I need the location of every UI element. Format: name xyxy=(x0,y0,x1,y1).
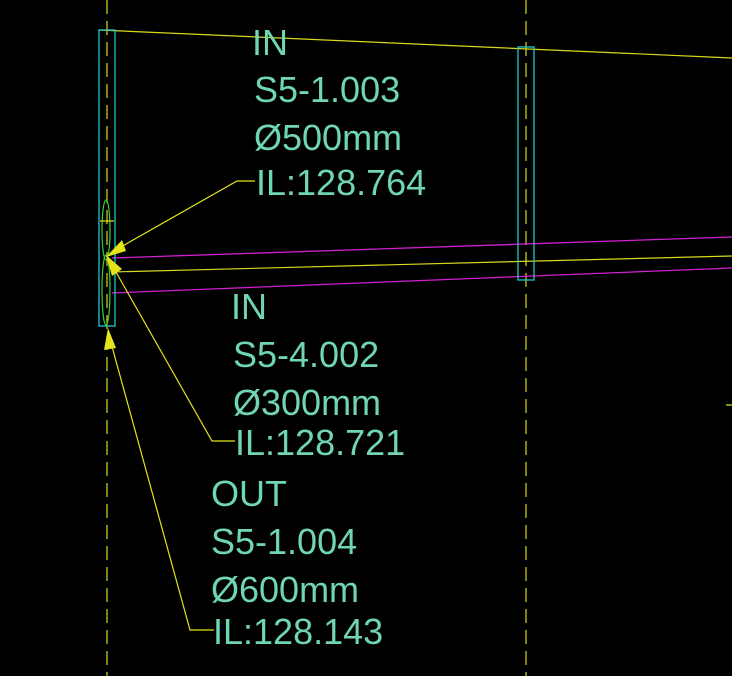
annotation-diameter: Ø500mm xyxy=(254,117,403,158)
manhole-right-outline xyxy=(517,46,535,281)
annotation-invert-level: IL:128.764 xyxy=(256,162,427,203)
annotation-diameter: Ø600mm xyxy=(211,569,360,610)
pipe-edge-top xyxy=(111,236,732,259)
leader-in-2 xyxy=(107,257,235,442)
pipe-s5-4-002 xyxy=(111,236,732,294)
pipe-edge-bottom xyxy=(111,267,732,294)
manhole-ellipse-upper xyxy=(101,199,111,261)
manhole-ellipse-lower xyxy=(101,254,111,326)
leader-in-1 xyxy=(111,180,255,253)
annotation-direction: IN xyxy=(231,286,267,327)
leader-out-1 xyxy=(107,331,214,631)
annotation-invert-level: IL:128.143 xyxy=(213,611,384,652)
annotation-pipe-ref: S5-1.003 xyxy=(254,69,401,110)
annotation-invert-level: IL:128.721 xyxy=(235,422,406,463)
annotation-pipe-ref: S5-4.002 xyxy=(233,334,380,375)
pipe-s5-1-003-centerline xyxy=(98,29,732,59)
leader-out-1-arrowhead xyxy=(104,328,116,350)
annotation-pipe-ref: S5-1.004 xyxy=(211,521,358,562)
annotation-diameter: Ø300mm xyxy=(233,382,382,423)
manhole-right xyxy=(517,46,535,281)
pipe-centerline xyxy=(111,255,732,273)
annotation-direction: OUT xyxy=(211,473,287,514)
annotation-direction: IN xyxy=(252,22,288,63)
